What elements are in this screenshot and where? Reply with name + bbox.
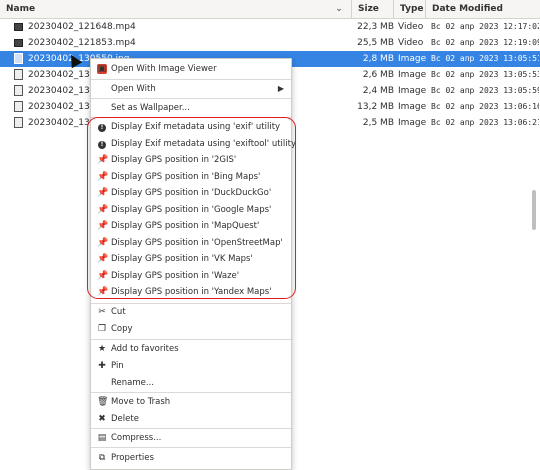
submenu-arrow-icon: ▶ xyxy=(277,84,284,93)
file-size: 25,5 MB xyxy=(357,38,394,48)
sort-descending-icon[interactable]: ⌄ xyxy=(333,3,345,15)
file-date: Вс 02 апр 2023 12:19:09 xyxy=(431,38,539,47)
file-type: Image xyxy=(398,86,426,96)
menu-pin[interactable]: ✚ Pin xyxy=(91,358,291,374)
file-type: Image xyxy=(398,102,426,112)
copy-icon: ❐ xyxy=(97,324,107,334)
file-row[interactable]: 20230402_121648.mp4 22,3 MB Video Вс 02 … xyxy=(0,19,540,35)
file-size: 22,3 MB xyxy=(357,22,394,32)
menu-label: Set as Wallpaper... xyxy=(111,103,190,113)
file-date: Вс 02 апр 2023 13:05:53 xyxy=(431,70,539,79)
menu-copy[interactable]: ❐ Copy xyxy=(91,321,291,337)
menu-move-to-trash[interactable]: 🗑 Move to Trash xyxy=(91,394,291,410)
pin-icon: ✚ xyxy=(98,361,106,371)
image-file-icon xyxy=(14,99,26,115)
file-type: Image xyxy=(398,118,426,128)
file-type: Video xyxy=(398,38,424,48)
file-size: 2,4 MB xyxy=(362,86,394,96)
column-type-header[interactable]: Type xyxy=(394,0,426,18)
menu-add-favorites[interactable]: ★ Add to favorites xyxy=(91,341,291,357)
delete-icon: ✖ xyxy=(98,414,106,424)
file-type: Image xyxy=(398,70,426,80)
menu-properties[interactable]: ⧉ Properties xyxy=(91,450,291,466)
menu-separator xyxy=(91,98,291,99)
menu-label: Properties xyxy=(111,453,154,463)
red-highlight-box xyxy=(87,117,296,299)
image-file-icon xyxy=(14,115,26,131)
scrollbar[interactable] xyxy=(532,190,536,230)
menu-compress[interactable]: ▤ Compress... xyxy=(91,430,291,446)
menu-label: Pin xyxy=(111,361,124,371)
menu-label: Delete xyxy=(111,414,139,424)
menu-delete[interactable]: ✖ Delete xyxy=(91,411,291,427)
menu-label: Add to favorites xyxy=(111,344,179,354)
menu-label: Cut xyxy=(111,307,126,317)
file-size: 13,2 MB xyxy=(357,102,394,112)
file-name: 20230402_121648.mp4 xyxy=(28,22,136,32)
file-row[interactable]: 20230402_121853.mp4 25,5 MB Video Вс 02 … xyxy=(0,35,540,51)
archive-icon: ▤ xyxy=(97,433,107,443)
menu-separator xyxy=(91,392,291,393)
column-name-header[interactable]: Name xyxy=(0,0,352,18)
image-file-icon xyxy=(14,83,26,99)
trash-icon: 🗑 xyxy=(97,397,109,407)
file-date: Вс 02 апр 2023 13:06:21 xyxy=(431,118,539,127)
menu-rename[interactable]: Rename... xyxy=(91,375,291,391)
menu-separator xyxy=(91,428,291,429)
file-date: Вс 02 апр 2023 13:05:51 xyxy=(431,54,539,63)
video-file-icon xyxy=(14,35,26,51)
column-header: Name ⌄ Size Type Date Modified xyxy=(0,0,540,19)
image-file-icon xyxy=(14,51,26,67)
menu-open-with-image-viewer[interactable]: ▣ Open With Image Viewer xyxy=(91,61,291,77)
star-icon: ★ xyxy=(97,344,107,354)
menu-separator xyxy=(91,339,291,340)
file-type: Video xyxy=(398,22,424,32)
file-type: Image xyxy=(398,54,426,64)
file-size: 2,5 MB xyxy=(362,118,394,128)
file-date: Вс 02 апр 2023 13:05:59 xyxy=(431,86,539,95)
column-size-header[interactable]: Size xyxy=(352,0,394,18)
menu-cut[interactable]: ✂ Cut xyxy=(91,304,291,320)
menu-label: Rename... xyxy=(111,378,154,388)
menu-separator xyxy=(91,447,291,448)
menu-set-wallpaper[interactable]: Set as Wallpaper... xyxy=(91,100,291,116)
video-file-icon xyxy=(14,19,26,35)
menu-label: Open With Image Viewer xyxy=(111,64,217,74)
image-file-icon xyxy=(14,67,26,83)
file-size: 2,6 MB xyxy=(362,70,394,80)
menu-open-with[interactable]: Open With ▶ xyxy=(91,81,291,97)
file-date: Вс 02 апр 2023 13:06:16 xyxy=(431,102,539,111)
file-date: Вс 02 апр 2023 12:17:02 xyxy=(431,22,539,31)
column-date-header[interactable]: Date Modified xyxy=(426,0,540,18)
file-size: 2,8 MB xyxy=(362,54,394,64)
scissors-icon: ✂ xyxy=(98,307,106,317)
menu-label: Move to Trash xyxy=(111,397,171,407)
properties-icon: ⧉ xyxy=(98,453,106,463)
menu-label: Copy xyxy=(111,324,133,334)
menu-label: Open With xyxy=(111,84,156,94)
image-viewer-icon: ▣ xyxy=(97,64,107,74)
file-name: 20230402_121853.mp4 xyxy=(28,38,136,48)
menu-label: Compress... xyxy=(111,433,162,443)
menu-separator xyxy=(91,79,291,80)
